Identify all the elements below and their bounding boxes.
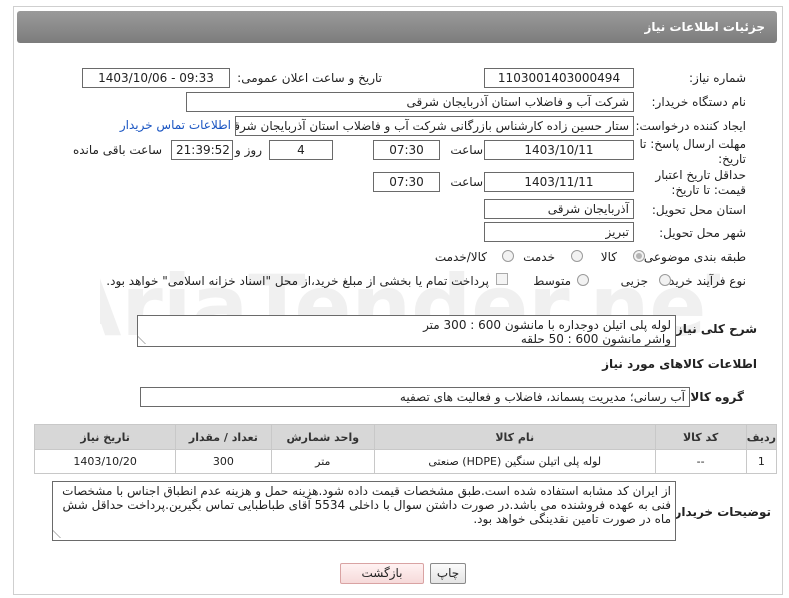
announce-datetime-label: تاریخ و ساعت اعلان عمومی: xyxy=(237,71,382,85)
buyer-notes-label: توضیحات خریدار: xyxy=(669,505,771,519)
category-option-goods: کالا xyxy=(600,250,617,264)
days-label: روز و xyxy=(235,143,262,157)
delivery-province-field: آذربایجان شرقی xyxy=(484,199,634,219)
buyer-notes-textarea: از ایران کد مشابه استفاده شده است.طبق مش… xyxy=(52,481,676,541)
price-validity-label: حداقل تاریخ اعتبار قیمت: تا تاریخ: xyxy=(655,168,746,197)
category-radio-service[interactable] xyxy=(571,250,583,262)
buyer-org-field: شرکت آب و فاضلاب استان آذربایجان شرقی xyxy=(186,92,634,112)
table-row: 1 -- لوله پلی اتیلن سنگین (HDPE) صنعتی م… xyxy=(33,449,778,474)
category-label: طبقه بندی موضوعی: xyxy=(639,250,746,264)
summary-label: شرح کلی نیاز: xyxy=(671,322,757,336)
category-radio-goods-service[interactable] xyxy=(502,250,514,262)
notes-resize-handle[interactable] xyxy=(53,530,68,538)
table-header-row: ردیف کد کالا نام کالا واحد شمارش تعداد /… xyxy=(33,424,778,450)
reply-deadline-time-label: ساعت xyxy=(450,143,483,157)
remaining-days-field: 4 xyxy=(269,140,333,160)
remaining-time-label: ساعت باقی مانده xyxy=(72,143,162,157)
announce-datetime-field: 1403/10/06 - 09:33 xyxy=(82,68,230,88)
treasury-bonds-checkbox[interactable] xyxy=(496,273,508,285)
col-need-date: تاریخ نیاز xyxy=(33,424,177,450)
summary-line-1: لوله پلی اتیلن دوجداره با مانشون 600 : 3… xyxy=(423,318,671,332)
goods-group-field: آب رسانی؛ مدیریت پسماند، فاضلاب و فعالیت… xyxy=(140,387,690,407)
buyer-org-label: نام دستگاه خریدار: xyxy=(651,95,747,109)
buyer-notes-text: از ایران کد مشابه استفاده شده است.طبق مش… xyxy=(62,484,671,526)
category-option-goods-service: کالا/خدمت xyxy=(434,250,487,264)
process-option-medium: متوسط xyxy=(533,274,571,288)
back-button[interactable]: بازگشت xyxy=(340,563,424,584)
process-radio-medium[interactable] xyxy=(577,274,589,286)
items-table: ردیف کد کالا نام کالا واحد شمارش تعداد /… xyxy=(33,424,778,474)
col-unit: واحد شمارش xyxy=(270,424,375,450)
price-validity-time-label: ساعت xyxy=(450,175,483,189)
cell-need-date: 1403/10/20 xyxy=(33,449,177,474)
reply-deadline-time: 07:30 xyxy=(373,140,440,160)
treasury-bonds-text: پرداخت تمام یا بخشی از مبلغ خرید،از محل … xyxy=(106,274,489,288)
page-title: جزئیات اطلاعات نیاز xyxy=(17,11,777,43)
summary-textarea: لوله پلی اتیلن دوجداره با مانشون 600 : 3… xyxy=(137,315,676,347)
cell-goods-name: لوله پلی اتیلن سنگین (HDPE) صنعتی xyxy=(373,449,656,474)
reply-deadline-label: مهلت ارسال پاسخ: تا تاریخ: xyxy=(639,137,746,166)
process-radio-minor[interactable] xyxy=(659,274,671,286)
buyer-contact-link[interactable]: اطلاعات تماس خریدار xyxy=(120,118,231,132)
requester-field: ستار حسین زاده کارشناس بازرگانی شرکت آب … xyxy=(235,116,634,136)
delivery-city-field: تبریز xyxy=(484,222,634,242)
delivery-province-label: استان محل تحویل: xyxy=(651,203,746,217)
category-radio-goods[interactable] xyxy=(633,250,645,262)
delivery-city-label: شهر محل تحویل: xyxy=(659,226,746,240)
need-number-label: شماره نیاز: xyxy=(689,71,746,85)
cell-row-number: 1 xyxy=(745,449,778,474)
col-goods-code: کد کالا xyxy=(654,424,747,450)
col-quantity: تعداد / مقدار xyxy=(175,424,272,450)
requester-label: ایجاد کننده درخواست: xyxy=(635,119,746,133)
price-validity-date: 1403/11/11 xyxy=(484,172,634,192)
category-option-service: خدمت xyxy=(523,250,555,264)
print-button[interactable]: چاپ xyxy=(430,563,466,584)
purchase-process-label: نوع فرآیند خرید : xyxy=(661,274,746,288)
cell-quantity: 300 xyxy=(175,449,272,474)
summary-line-2: واشر مانشون 600 : 50 حلقه xyxy=(520,332,671,346)
goods-info-title: اطلاعات کالاهای مورد نیاز xyxy=(602,357,757,371)
col-goods-name: نام کالا xyxy=(373,424,656,450)
price-validity-time: 07:30 xyxy=(373,172,440,192)
col-row-number: ردیف xyxy=(745,424,778,450)
reply-deadline-date: 1403/10/11 xyxy=(484,140,634,160)
cell-unit: متر xyxy=(270,449,375,474)
goods-group-label: گروه کالا: xyxy=(685,390,744,404)
remaining-time-field: 21:39:52 xyxy=(171,140,233,160)
cell-goods-code: -- xyxy=(654,449,747,474)
need-number-field: 1103001403000494 xyxy=(484,68,634,88)
process-option-minor: جزیی xyxy=(620,274,648,288)
